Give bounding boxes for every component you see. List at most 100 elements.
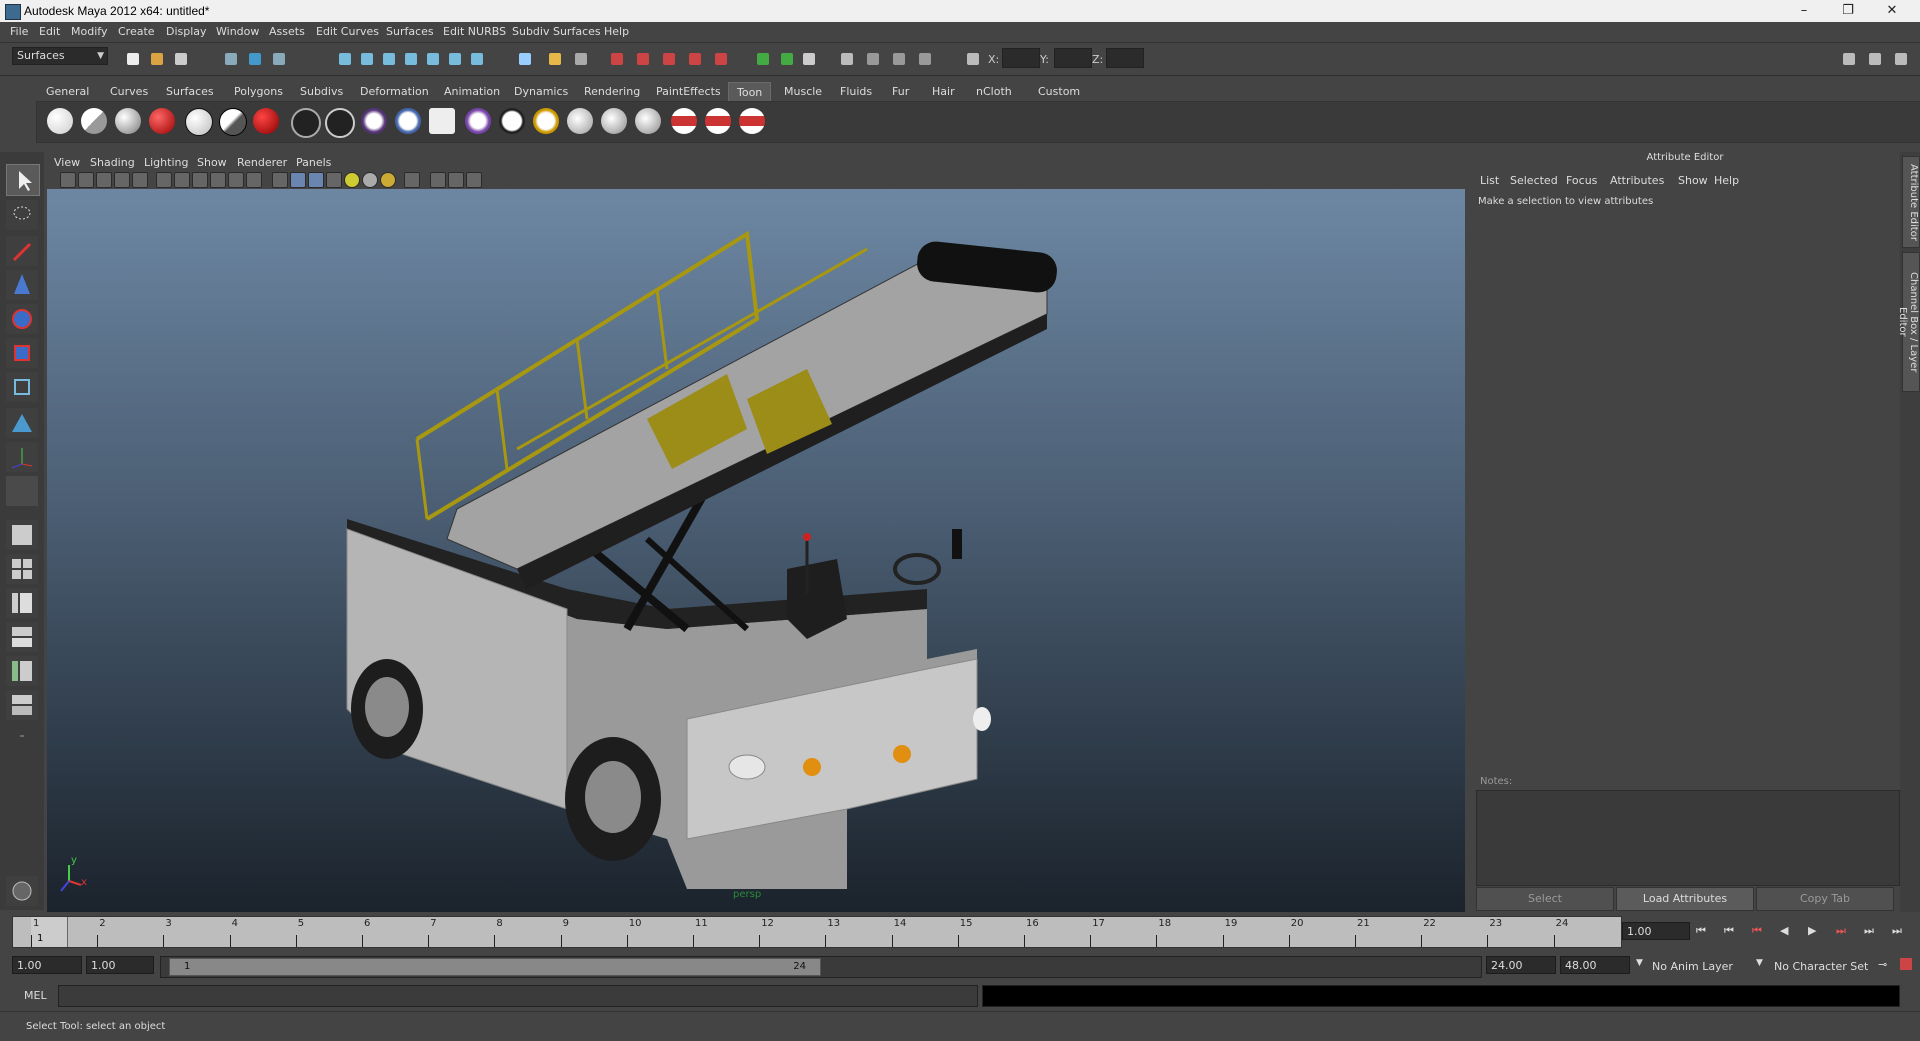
use-lights-icon[interactable] (228, 172, 244, 188)
menu-help[interactable]: Help (604, 25, 629, 38)
range-slider-handle[interactable]: 1 24 (169, 958, 821, 976)
notes-field[interactable] (1476, 790, 1900, 886)
toon-red-shader-icon[interactable] (149, 108, 175, 134)
snap-grid-icon[interactable] (336, 50, 354, 68)
select-component-icon[interactable] (270, 50, 288, 68)
snap-view-icon[interactable] (446, 50, 464, 68)
clipboard-icon[interactable] (800, 50, 818, 68)
smooth-shade-icon[interactable] (174, 172, 190, 188)
z-field[interactable] (1106, 48, 1144, 68)
attr-menu-selected[interactable]: Selected (1510, 174, 1558, 187)
shelf-tab-muscle[interactable]: Muscle (776, 82, 830, 101)
toon-red-ramp-icon[interactable] (253, 108, 279, 134)
toon-paint-effects-icon[interactable] (567, 108, 593, 134)
go-to-end-icon[interactable]: ⏭ (1892, 924, 1902, 938)
high-quality-icon[interactable] (380, 172, 396, 188)
attr-menu-show[interactable]: Show (1678, 174, 1708, 187)
toon-reverse-normals-icon[interactable] (499, 108, 525, 134)
toon-lips-icon[interactable] (671, 108, 697, 134)
gear-icon[interactable] (890, 50, 908, 68)
toggle-channel-box-icon[interactable] (1892, 50, 1910, 68)
toon-paint-line-icon[interactable] (395, 108, 421, 134)
show-render-view-icon[interactable] (838, 50, 856, 68)
panel-menu-view[interactable]: View (54, 156, 80, 169)
attribute-editor-side-tab[interactable]: Attribute Editor (1902, 156, 1920, 248)
toon-dark-profile-icon[interactable] (219, 108, 247, 136)
attr-menu-attributes[interactable]: Attributes (1610, 174, 1664, 187)
graph-editor-layout-icon[interactable] (6, 690, 38, 720)
snap-misc-icon[interactable] (468, 50, 486, 68)
toon-light-icon[interactable] (533, 108, 559, 134)
copy-tab-button[interactable]: Copy Tab (1756, 887, 1894, 911)
go-to-start-icon[interactable]: ⏮ (1696, 924, 1706, 938)
toon-light-angle-shader-icon[interactable] (81, 108, 107, 134)
anim-start-field[interactable]: 1.00 (86, 956, 154, 974)
select-tool-icon[interactable] (6, 164, 40, 196)
toon-line-modifier-icon[interactable] (361, 108, 387, 134)
animation-preferences-icon[interactable] (1900, 958, 1912, 970)
shelf-tab-rendering[interactable]: Rendering (576, 82, 648, 101)
snap-surface-icon[interactable] (402, 50, 420, 68)
channel-box-side-tab[interactable]: Channel Box / Layer Editor (1897, 252, 1920, 392)
toon-lips-2-icon[interactable] (705, 108, 731, 134)
panel-menu-renderer[interactable]: Renderer (237, 156, 287, 169)
layers-icon[interactable] (916, 50, 934, 68)
hypershade-icon[interactable] (712, 50, 730, 68)
move-tool-icon[interactable] (6, 270, 38, 300)
character-set-dropdown[interactable]: No Character Set (1774, 960, 1868, 973)
all-lights-icon[interactable] (362, 172, 378, 188)
help-line-icon[interactable] (6, 876, 38, 906)
step-forward-key-icon[interactable]: ⏭ (1864, 924, 1874, 938)
end-time-field[interactable]: 48.00 (1560, 956, 1630, 974)
close-button[interactable]: ✕ (1870, 0, 1914, 22)
auto-key-icon[interactable]: ⊸ (1878, 958, 1887, 971)
image-plane-icon[interactable] (114, 172, 130, 188)
camera-select-icon[interactable] (60, 172, 76, 188)
perspective-viewport[interactable]: y x persp (47, 189, 1465, 912)
toon-lips-3-icon[interactable] (739, 108, 765, 134)
outliner-persp-layout-icon[interactable] (6, 588, 38, 618)
start-time-field[interactable]: 1.00 (12, 956, 82, 974)
shelf-tab-dynamics[interactable]: Dynamics (506, 82, 576, 101)
question-icon[interactable] (516, 50, 534, 68)
shelf-tab-animation[interactable]: Animation (436, 82, 508, 101)
panel-menu-panels[interactable]: Panels (296, 156, 331, 169)
xray-joints-icon[interactable] (308, 172, 324, 188)
highlight-icon[interactable] (572, 50, 590, 68)
step-back-frame-icon[interactable]: ⏮ (1752, 924, 1762, 938)
textured-icon[interactable] (210, 172, 226, 188)
play-forward-icon[interactable]: ▶ (1808, 924, 1816, 937)
render-icon[interactable] (634, 50, 652, 68)
menu-set-dropdown[interactable]: Surfaces ▼ (12, 47, 108, 65)
range-slider[interactable]: 1 24 (160, 956, 1482, 978)
y-field[interactable] (1054, 48, 1092, 68)
panel-menu-show[interactable]: Show (197, 156, 227, 169)
load-attributes-button[interactable]: Load Attributes (1616, 887, 1754, 911)
ipr-render-icon[interactable] (660, 50, 678, 68)
film-gate-icon[interactable] (404, 172, 420, 188)
shelf-tab-subdivs[interactable]: Subdivs (292, 82, 351, 101)
relative-mode-icon[interactable] (778, 50, 796, 68)
snap-curve-icon[interactable] (358, 50, 376, 68)
snap-live-icon[interactable] (424, 50, 442, 68)
lasso-tool-icon[interactable] (6, 200, 38, 230)
attr-menu-focus[interactable]: Focus (1566, 174, 1597, 187)
persp-graph-layout-icon[interactable] (6, 622, 38, 652)
bookmark-icon[interactable] (96, 172, 112, 188)
menu-file[interactable]: File (10, 25, 28, 38)
toon-outline-shader-icon[interactable] (185, 108, 213, 136)
minimize-button[interactable]: – (1782, 0, 1826, 22)
play-backward-icon[interactable]: ◀ (1780, 924, 1788, 937)
shadows-icon[interactable] (246, 172, 262, 188)
toon-film-icon[interactable] (429, 108, 455, 134)
new-scene-icon[interactable] (124, 50, 142, 68)
shelf-tab-ncloth[interactable]: nCloth (968, 82, 1020, 101)
hypershade-layout-icon[interactable] (6, 656, 38, 686)
anim-end-field[interactable]: 24.00 (1486, 956, 1556, 974)
open-scene-icon[interactable] (148, 50, 166, 68)
toggle-tool-settings-icon[interactable] (1866, 50, 1884, 68)
camera-attributes-icon[interactable] (78, 172, 94, 188)
anim-layer-chevron-down-icon[interactable]: ▼ (1636, 958, 1643, 968)
toon-crease-lines-icon[interactable] (325, 108, 355, 138)
safe-title-icon[interactable] (466, 172, 482, 188)
